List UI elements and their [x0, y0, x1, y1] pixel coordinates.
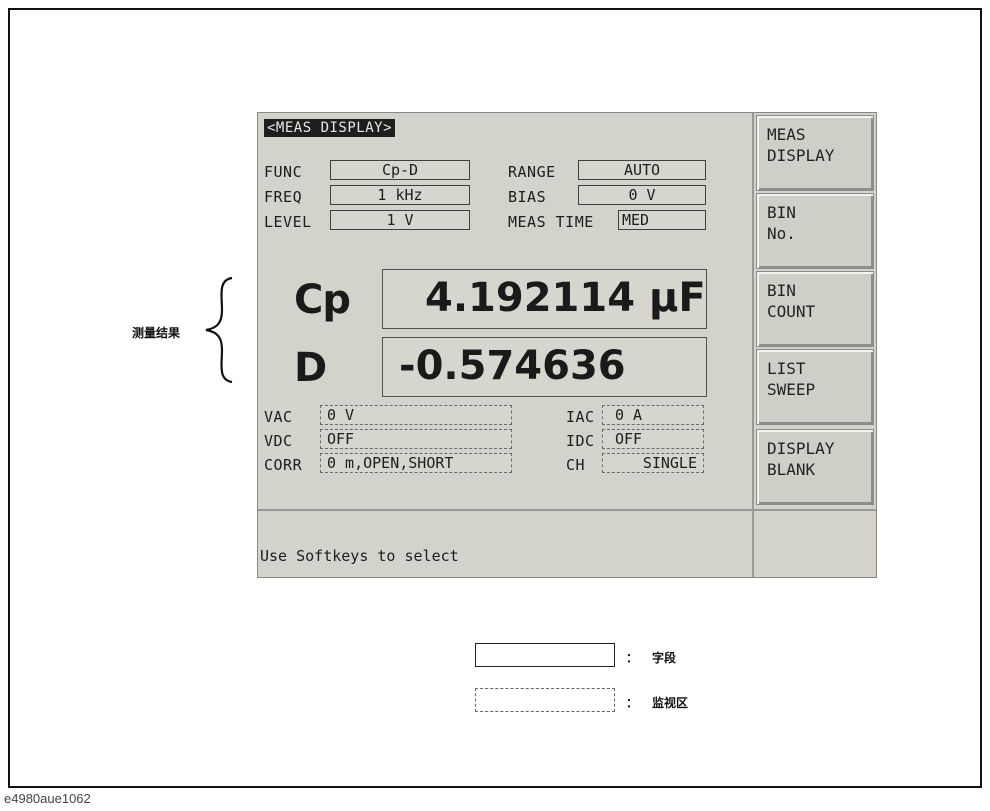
status-divider	[752, 511, 754, 577]
ch-monitor: SINGLE	[602, 453, 704, 473]
legend-colon-field: ：	[626, 651, 639, 665]
softkey-bin-no[interactable]: BIN No.	[756, 193, 874, 269]
freq-label: FREQ	[264, 188, 303, 206]
softkey-bin-count[interactable]: BIN COUNT	[756, 271, 874, 347]
vdc-monitor: OFF	[320, 429, 512, 449]
softkey-list-sweep[interactable]: LIST SWEEP	[756, 349, 874, 425]
vac-label: VAC	[264, 408, 293, 426]
legend-monitor-sample	[475, 688, 615, 712]
softkey-panel: MEAS DISPLAY BIN No. BIN COUNT LIST SWEE…	[752, 113, 876, 509]
primary-param-label: Cp	[294, 277, 351, 323]
idc-monitor: OFF	[602, 429, 704, 449]
page-title: <MEAS DISPLAY>	[264, 119, 396, 137]
iac-label: IAC	[566, 408, 595, 426]
instrument-screen: <MEAS DISPLAY> FUNC Cp-D FREQ 1 kHz LEVE…	[257, 112, 877, 578]
measurement-pane: <MEAS DISPLAY> FUNC Cp-D FREQ 1 kHz LEVE…	[258, 113, 752, 509]
legend-field-label: 字段	[652, 651, 677, 665]
legend-field-sample	[475, 643, 615, 667]
corr-monitor: 0 m,OPEN,SHORT	[320, 453, 512, 473]
range-label: RANGE	[508, 163, 556, 181]
figure-caption: e4980aue1062	[4, 791, 91, 806]
vdc-label: VDC	[264, 432, 293, 450]
meas-time-label: MEAS TIME	[508, 213, 594, 231]
ch-label: CH	[566, 456, 586, 474]
freq-field[interactable]: 1 kHz	[330, 185, 470, 205]
primary-value-field: 4.192114 µF	[382, 269, 707, 329]
vac-monitor: 0 V	[320, 405, 512, 425]
softkey-meas-display[interactable]: MEAS DISPLAY	[756, 115, 874, 191]
func-field[interactable]: Cp-D	[330, 160, 470, 180]
meas-time-field[interactable]: MED	[618, 210, 706, 230]
corr-label: CORR	[264, 456, 303, 474]
range-field[interactable]: AUTO	[578, 160, 706, 180]
results-annotation-label: 测量结果	[132, 326, 181, 340]
legend-monitor-label: 监视区	[652, 696, 689, 710]
func-label: FUNC	[264, 163, 303, 181]
iac-monitor: 0 A	[602, 405, 704, 425]
secondary-param-label: D	[294, 345, 327, 391]
secondary-value-field: -0.574636	[382, 337, 707, 397]
status-message: Use Softkeys to select	[260, 547, 459, 565]
bias-field[interactable]: 0 V	[578, 185, 706, 205]
curly-brace-icon	[205, 276, 233, 384]
level-label: LEVEL	[264, 213, 312, 231]
legend-colon-monitor: ：	[626, 696, 639, 710]
softkey-display-blank[interactable]: DISPLAY BLANK	[756, 429, 874, 505]
status-bar: Use Softkeys to select	[258, 509, 876, 577]
level-field[interactable]: 1 V	[330, 210, 470, 230]
bias-label: BIAS	[508, 188, 547, 206]
idc-label: IDC	[566, 432, 595, 450]
